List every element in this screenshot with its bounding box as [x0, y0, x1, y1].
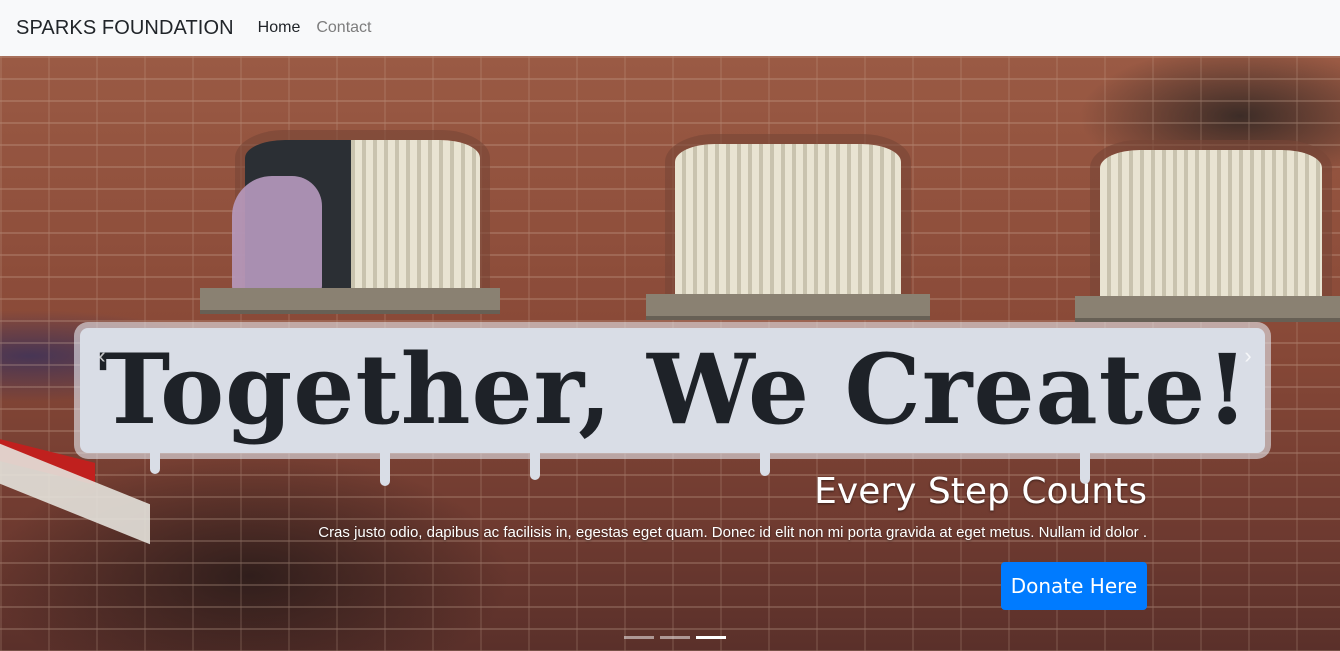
caption-text: Cras justo odio, dapibus ac facilisis in…: [318, 524, 1147, 541]
graffiti-text: Together, We Create!: [98, 332, 1250, 446]
window-sill-middle: [646, 294, 930, 320]
hero-carousel: Together, We Create! ‹ › Every Step Coun…: [0, 56, 1340, 651]
brand-logo-text[interactable]: SPARKS FOUNDATION: [16, 17, 234, 40]
window-sill-left: [200, 288, 500, 314]
mural-figure: [232, 176, 322, 296]
nav-link-contact[interactable]: Contact: [316, 19, 371, 37]
carousel-indicator-1[interactable]: [624, 636, 654, 639]
chevron-left-icon: ‹: [98, 343, 106, 368]
donate-button[interactable]: Donate Here: [1001, 562, 1147, 610]
carousel-prev-button[interactable]: ‹: [92, 343, 112, 368]
chevron-right-icon: ›: [1244, 343, 1252, 368]
carousel-caption: Every Step Counts Cras justo odio, dapib…: [318, 468, 1147, 544]
carousel-indicators: [624, 636, 726, 639]
window-right: [1100, 150, 1322, 296]
carousel-indicator-3[interactable]: [696, 636, 726, 639]
window-middle: [675, 144, 901, 294]
carousel-indicator-2[interactable]: [660, 636, 690, 639]
caption-title: Every Step Counts: [814, 471, 1147, 512]
carousel-next-button[interactable]: ›: [1238, 343, 1258, 368]
nav-link-home[interactable]: Home: [258, 19, 301, 37]
top-navbar: SPARKS FOUNDATION Home Contact: [0, 0, 1340, 56]
window-sill-right: [1075, 296, 1340, 322]
